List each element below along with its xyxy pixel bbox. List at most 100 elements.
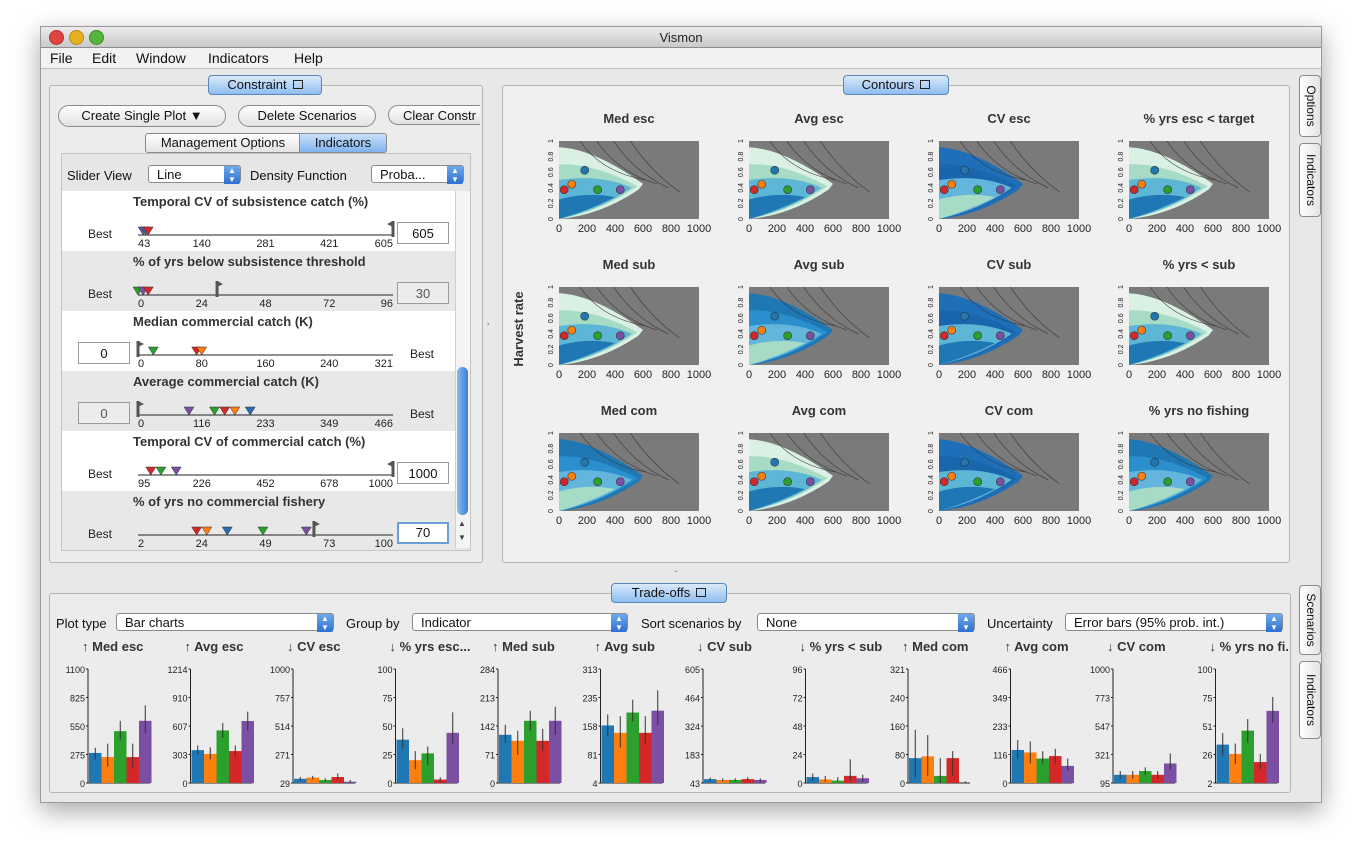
- density-function-value: Proba...: [380, 167, 426, 182]
- scroll-up-icon[interactable]: ▲: [458, 519, 466, 528]
- y-tick-label: 0.2: [1118, 198, 1125, 208]
- splitter-arrow-icon[interactable]: ›: [487, 321, 489, 328]
- menu-file[interactable]: File: [50, 50, 73, 66]
- x-tick-label: 800: [1232, 369, 1250, 381]
- scenario-dot: [1129, 477, 1139, 487]
- x-tick-label: 400: [1176, 369, 1194, 381]
- y-tick-label: 825: [70, 694, 85, 704]
- scenario-dot: [995, 477, 1005, 487]
- bar[interactable]: [216, 730, 230, 783]
- contour-plot[interactable]: [749, 286, 889, 365]
- scenario-dot: [567, 325, 577, 335]
- y-tick-label: 0.2: [738, 198, 745, 208]
- menu-window[interactable]: Window: [136, 50, 186, 66]
- slider-value-input[interactable]: 0: [78, 342, 130, 364]
- tab-indicators[interactable]: Indicators: [299, 133, 387, 153]
- x-tick-label: 0: [936, 223, 942, 235]
- side-tab-scenarios[interactable]: Scenarios: [1299, 585, 1321, 655]
- side-tab-indicators-bottom[interactable]: Indicators: [1299, 661, 1321, 739]
- x-tick-label: 400: [606, 515, 624, 527]
- plot-type-value: Bar charts: [125, 615, 185, 630]
- contour-plot[interactable]: [749, 140, 889, 219]
- y-tick-label: 349: [992, 694, 1007, 704]
- slider-tick-label: 80: [196, 358, 208, 370]
- contour-plot-title: % yrs no fishing: [1149, 403, 1249, 418]
- slider-tick-label: 678: [320, 478, 338, 490]
- x-tick-label: 0: [556, 515, 562, 527]
- y-tick-label: 1: [928, 285, 935, 289]
- bar[interactable]: [191, 750, 205, 783]
- menu-indicators[interactable]: Indicators: [208, 50, 269, 66]
- scroll-down-icon[interactable]: ▼: [458, 533, 466, 542]
- slider-tick-label: 226: [193, 478, 211, 490]
- contour-plot[interactable]: [939, 432, 1079, 511]
- slider-title: % of yrs below subsistence threshold: [133, 254, 366, 269]
- uncertainty-select[interactable]: Error bars (95% prob. int.) ▲ ▼: [1065, 613, 1283, 632]
- bar-chart-title: ↑ Avg esc: [185, 639, 244, 654]
- delete-scenarios-button[interactable]: Delete Scenarios: [238, 105, 376, 127]
- slider-tick-label: 605: [375, 238, 393, 250]
- scenario-dot: [559, 477, 569, 487]
- slider-value-input[interactable]: 1000: [397, 462, 449, 484]
- contour-plot[interactable]: [559, 286, 699, 365]
- contours-panel-header[interactable]: Contours: [843, 75, 949, 95]
- tradeoffs-panel-header[interactable]: Trade-offs: [611, 583, 727, 603]
- slider-view-select[interactable]: Line ▲ ▼: [148, 165, 241, 184]
- slider-value-input[interactable]: 70: [397, 522, 449, 544]
- contour-plot[interactable]: [939, 140, 1079, 219]
- slider-value-input[interactable]: 0: [78, 402, 130, 424]
- y-tick-label: 0.2: [928, 490, 935, 500]
- y-tick-label: 0.8: [928, 298, 935, 308]
- scenario-dot: [960, 311, 970, 321]
- plot-type-select[interactable]: Bar charts ▲ ▼: [116, 613, 334, 632]
- menu-bar: File Edit Window Indicators Help: [41, 48, 1321, 69]
- y-tick-label: 0: [548, 509, 555, 513]
- x-tick-label: 400: [986, 515, 1004, 527]
- scrollbar-thumb[interactable]: [457, 367, 468, 515]
- x-tick-label: 0: [556, 223, 562, 235]
- density-function-select[interactable]: Proba... ▲ ▼: [371, 165, 464, 184]
- group-by-select[interactable]: Indicator ▲ ▼: [412, 613, 628, 632]
- contour-plot[interactable]: [559, 140, 699, 219]
- sliders-scrollbar[interactable]: ▲ ▼: [455, 191, 470, 548]
- x-tick-label: 1000: [877, 369, 901, 381]
- y-tick-label: 0: [1118, 509, 1125, 513]
- menu-edit[interactable]: Edit: [92, 50, 116, 66]
- slider-value-input[interactable]: 30: [397, 282, 449, 304]
- contour-plot[interactable]: [1129, 286, 1269, 365]
- x-tick-label: 0: [936, 369, 942, 381]
- contour-plot[interactable]: [1129, 432, 1269, 511]
- y-tick-label: 183: [685, 751, 700, 761]
- scenario-dot: [960, 165, 970, 175]
- constraint-panel-header[interactable]: Constraint: [208, 75, 322, 95]
- y-tick-label: 0.4: [1118, 475, 1125, 485]
- contour-plot[interactable]: [939, 286, 1079, 365]
- x-tick-label: 800: [852, 223, 870, 235]
- menu-help[interactable]: Help: [294, 50, 323, 66]
- y-tick-label: 213: [480, 694, 495, 704]
- scenario-dot: [749, 331, 759, 340]
- contour-plot[interactable]: [1129, 140, 1269, 219]
- bar[interactable]: [626, 712, 640, 783]
- scenario-dot: [995, 331, 1005, 340]
- y-tick-label: 0: [1002, 779, 1007, 789]
- clear-constraints-button[interactable]: Clear Constr: [388, 105, 480, 125]
- slider-value-input[interactable]: 605: [397, 222, 449, 244]
- y-tick-label: 1: [1118, 139, 1125, 143]
- side-tab-indicators-label: Indicators: [1304, 153, 1318, 207]
- group-by-label: Group by: [346, 616, 400, 631]
- contour-plot[interactable]: [559, 432, 699, 511]
- bar-chart-title: ↑ Med sub: [492, 639, 555, 654]
- y-tick-label: 1: [738, 431, 745, 435]
- create-single-plot-button[interactable]: Create Single Plot ▼: [58, 105, 226, 127]
- side-tab-options[interactable]: Options: [1299, 75, 1321, 137]
- y-tick-label: 1000: [270, 665, 290, 675]
- tab-management-options[interactable]: Management Options: [145, 133, 301, 153]
- sort-scenarios-select[interactable]: None ▲ ▼: [757, 613, 975, 632]
- y-tick-label: 116: [993, 751, 1007, 761]
- scenario-dot: [947, 471, 957, 481]
- y-tick-label: 284: [480, 665, 495, 675]
- side-tab-indicators-top[interactable]: Indicators: [1299, 143, 1321, 217]
- contour-plot[interactable]: [749, 432, 889, 511]
- splitter-handle-icon[interactable]: ˆ: [675, 570, 678, 579]
